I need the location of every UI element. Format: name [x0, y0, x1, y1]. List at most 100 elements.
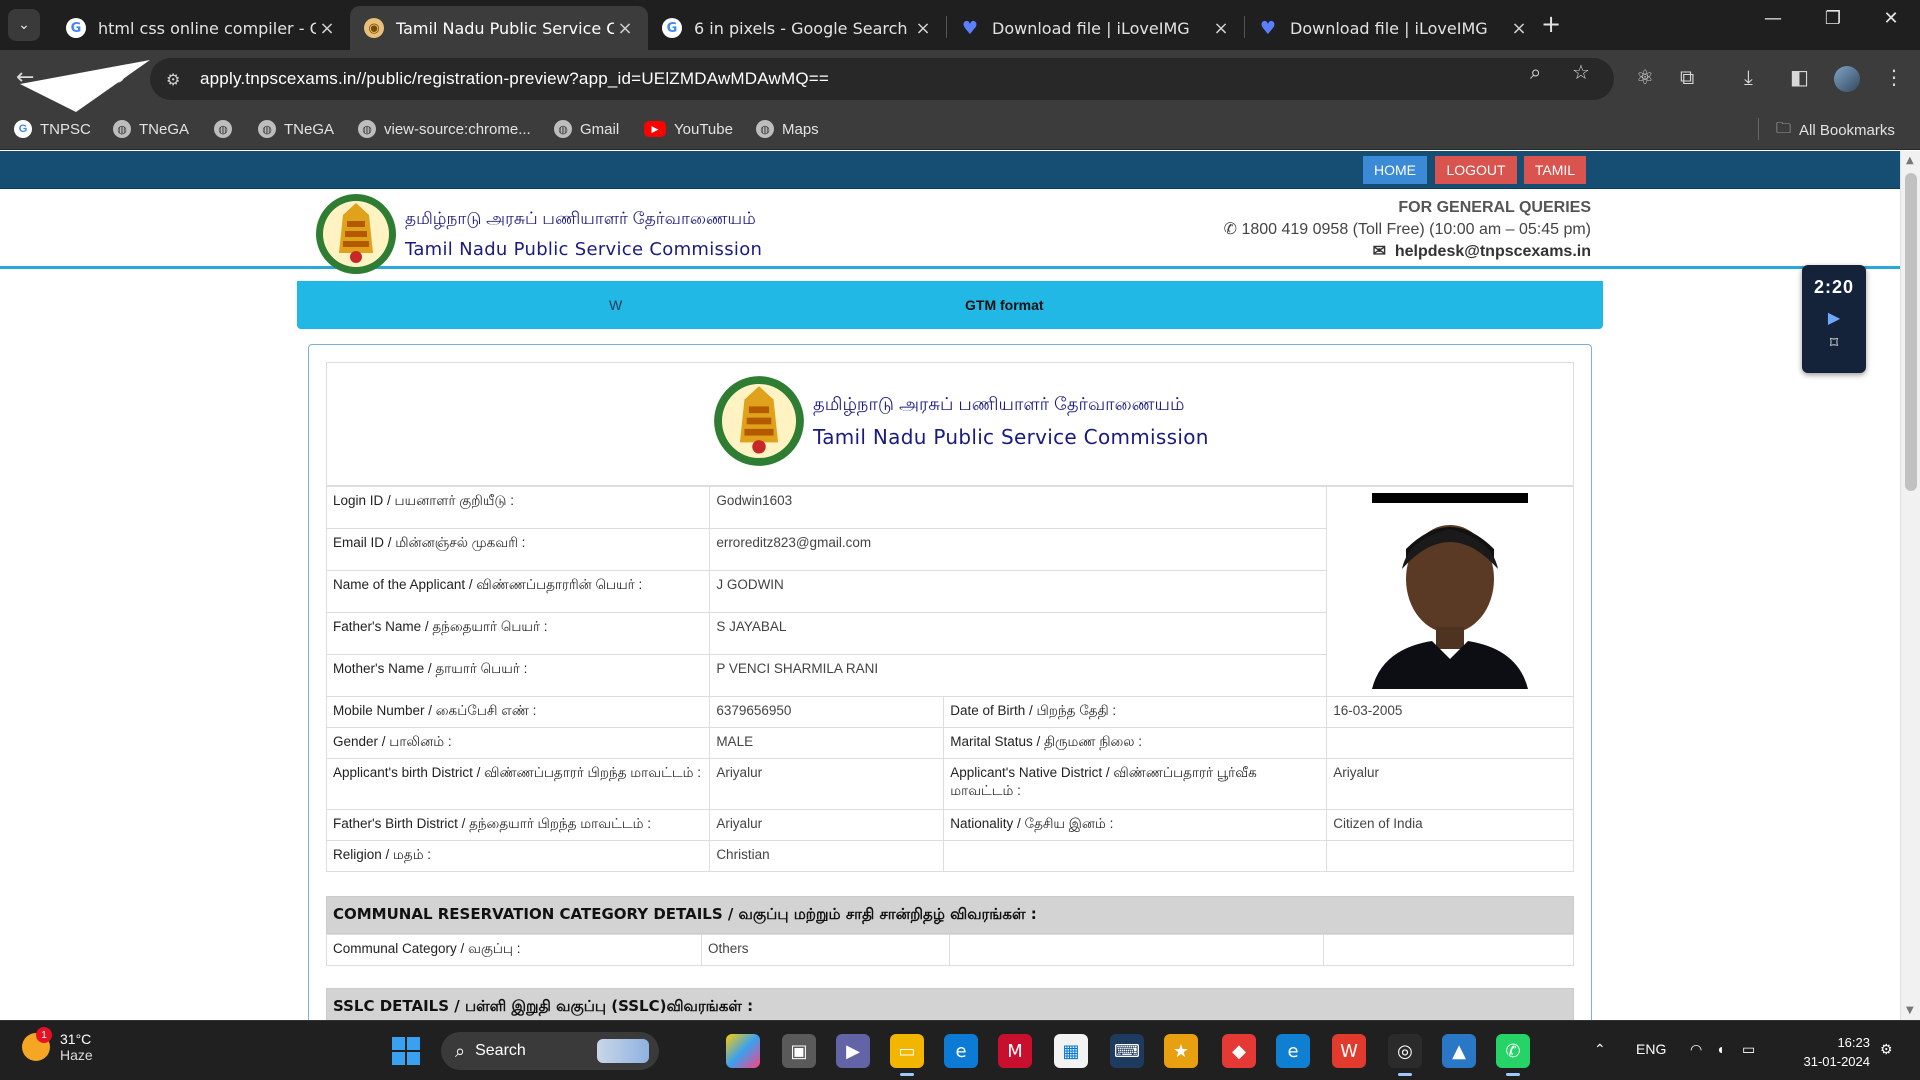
- announcement-marquee: W GTM format: [297, 281, 1603, 329]
- tab-2[interactable]: ◉ Tamil Nadu Public Service Comm ×: [350, 6, 648, 50]
- extensions-icon[interactable]: ⧉: [1680, 65, 1694, 89]
- logout-button[interactable]: LOGOUT: [1435, 156, 1517, 184]
- scroll-up-icon[interactable]: ▲: [1906, 155, 1914, 166]
- minimize-icon[interactable]: —: [1750, 8, 1796, 29]
- field-value: [1326, 727, 1574, 759]
- field-label: Login ID / பயனாளர் குறியீடு :: [325, 486, 711, 529]
- wifi-icon[interactable]: ◠: [1690, 1041, 1702, 1058]
- close-tab-icon[interactable]: ×: [614, 18, 636, 39]
- scrollbar-thumb[interactable]: [1905, 173, 1917, 491]
- search-icon: ⌕: [455, 1040, 466, 1061]
- react-devtools-icon[interactable]: ⚛: [1636, 65, 1654, 89]
- bookmark-item[interactable]: ▶ YouTube: [644, 117, 733, 141]
- bookmark-icon[interactable]: ⌑: [1802, 333, 1866, 352]
- tnpsc-icon: ◉: [364, 18, 384, 38]
- taskbar-clock[interactable]: 16:23 31-01-2024: [1786, 1033, 1871, 1071]
- windows-taskbar: 1 31°C Haze ⌕ Search ▣ ▶ ▭ e M ▦ ⌨ ★ ◆ e…: [0, 1020, 1920, 1080]
- table-row: Gender / பாலினம் : MALE Marital Status /…: [325, 727, 1574, 759]
- tn-emblem-icon: [316, 194, 396, 274]
- profile-avatar[interactable]: [1834, 66, 1860, 92]
- restore-icon[interactable]: ❐: [1810, 8, 1856, 29]
- site-logo[interactable]: தமிழ்நாடு அரசுப் பணியாளர் தேர்வாணையம் Ta…: [315, 191, 762, 277]
- file-explorer-icon[interactable]: ▭: [890, 1034, 924, 1076]
- scroll-down-icon[interactable]: ▼: [1906, 1005, 1914, 1016]
- google-icon: G: [662, 18, 682, 38]
- field-value: erroreditz823@gmail.com: [709, 528, 1328, 571]
- weather-widget[interactable]: 1 31°C Haze: [22, 1027, 93, 1063]
- tab-strip: ⌄ G html css online compiler - Goog × ◉ …: [0, 0, 1920, 50]
- contact-info: FOR GENERAL QUERIES ✆ 1800 419 0958 (Tol…: [1224, 197, 1591, 263]
- volume-icon[interactable]: ◖: [1716, 1041, 1724, 1057]
- side-panel-icon[interactable]: ◧: [1790, 65, 1809, 89]
- edge-dev-icon[interactable]: e: [1276, 1034, 1310, 1068]
- download-icon[interactable]: ⤓: [1744, 65, 1753, 89]
- table-row: Login ID / பயனாளர் குறியீடு : Godwin1603: [325, 486, 1574, 697]
- tab-title: Tamil Nadu Public Service Comm: [396, 18, 614, 38]
- teams-icon[interactable]: ▶: [836, 1034, 870, 1068]
- battery-icon[interactable]: ▭: [1742, 1041, 1755, 1058]
- microsoft-store-icon[interactable]: ▦: [1054, 1034, 1088, 1068]
- sheet-org-tamil: தமிழ்நாடு அரசுப் பணியாளர் தேர்வாணையம்: [813, 393, 1185, 414]
- tab-3[interactable]: G 6 in pixels - Google Search ×: [648, 6, 946, 50]
- medal-icon[interactable]: ★: [1164, 1034, 1198, 1068]
- tab-4[interactable]: ♥ Download file | iLoveIMG ×: [946, 6, 1244, 50]
- field-value: Ariyalur: [709, 758, 945, 810]
- google-icon: G: [66, 18, 86, 38]
- field-value: Godwin1603: [709, 486, 1328, 529]
- search-label: Search: [475, 1042, 526, 1059]
- notification-center-icon[interactable]: ⚙: [1880, 1041, 1893, 1058]
- wps-office-icon[interactable]: W: [1332, 1034, 1366, 1068]
- language-indicator[interactable]: ENG: [1636, 1041, 1666, 1057]
- mcafee-icon[interactable]: M: [998, 1034, 1032, 1068]
- remote-desktop-icon[interactable]: ⌨: [1110, 1034, 1144, 1068]
- whatsapp-icon[interactable]: ✆: [1496, 1034, 1530, 1076]
- menu-kebab-icon[interactable]: ⋮: [1884, 65, 1904, 89]
- bookmarks-bar: G TNPSC ◍ TNeGA ◍ ◍ TNeGA ◍ view-source:chro…: [0, 108, 1920, 150]
- home-button[interactable]: HOME: [1363, 156, 1427, 184]
- chrome-icon[interactable]: ◎: [1388, 1034, 1422, 1076]
- field-label: Father's Name / தந்தையார் பெயர் :: [325, 612, 711, 655]
- bookmark-item[interactable]: ◍: [214, 117, 240, 141]
- taskbar-search[interactable]: ⌕ Search: [441, 1032, 659, 1070]
- all-bookmarks-button[interactable]: 🗀 All Bookmarks: [1776, 118, 1895, 143]
- bookmark-item[interactable]: ◍ TNeGA: [258, 117, 334, 141]
- close-tab-icon[interactable]: ×: [912, 18, 934, 39]
- helpdesk-email[interactable]: helpdesk@tnpscexams.in: [1395, 243, 1591, 260]
- table-row: Religion / மதம் : Christian: [325, 840, 1574, 872]
- star-icon[interactable]: ☆: [1572, 60, 1590, 84]
- field-label: Father's Birth District / தந்தையார் பிறந…: [325, 809, 711, 841]
- windows-start-icon[interactable]: [392, 1037, 420, 1065]
- photos-icon[interactable]: ▲: [1442, 1034, 1476, 1068]
- photo-cell: [1326, 486, 1574, 697]
- tab-5[interactable]: ♥ Download file | iLoveIMG ×: [1244, 6, 1542, 50]
- play-icon[interactable]: ▶: [1802, 308, 1866, 327]
- field-label: Religion / மதம் :: [325, 840, 711, 872]
- communal-section-header: COMMUNAL RESERVATION CATEGORY DETAILS / …: [326, 896, 1574, 934]
- field-value: MALE: [709, 727, 945, 759]
- bookmark-item[interactable]: ◍ Maps: [756, 117, 819, 141]
- marquee-text-b[interactable]: GTM format: [965, 297, 1044, 313]
- bookmark-item[interactable]: ◍ view-source:chrome...: [358, 117, 531, 141]
- table-row: Father's Birth District / தந்தையார் பிறந…: [325, 809, 1574, 841]
- close-tab-icon[interactable]: ×: [1210, 18, 1232, 39]
- tray-overflow-icon[interactable]: ⌃: [1594, 1041, 1606, 1058]
- close-window-icon[interactable]: ✕: [1868, 8, 1914, 29]
- bookmark-item[interactable]: ◍ Gmail: [554, 117, 619, 141]
- anydesk-icon[interactable]: ◆: [1222, 1034, 1256, 1068]
- copilot-icon[interactable]: [726, 1034, 760, 1068]
- floating-timer-widget[interactable]: 2:20 ▶ ⌑: [1802, 265, 1866, 373]
- tab-1[interactable]: G html css online compiler - Goog ×: [52, 6, 350, 50]
- task-view-icon[interactable]: ▣: [782, 1034, 816, 1068]
- edge-icon[interactable]: e: [944, 1034, 978, 1068]
- vertical-scrollbar[interactable]: ▲ ▼: [1900, 151, 1920, 1020]
- tamil-button[interactable]: TAMIL: [1524, 156, 1586, 184]
- address-bar[interactable]: ⚙ apply.tnpscexams.in//public/registrati…: [150, 58, 1614, 100]
- new-tab-icon[interactable]: +: [1541, 10, 1561, 38]
- zoom-search-icon[interactable]: ⌕: [1530, 60, 1541, 84]
- mail-icon: ✉: [1372, 243, 1395, 260]
- close-tab-icon[interactable]: ×: [316, 18, 338, 39]
- close-tab-icon[interactable]: ×: [1508, 18, 1530, 39]
- tab-search-button[interactable]: ⌄: [8, 9, 40, 41]
- org-name-tamil: தமிழ்நாடு அரசுப் பணியாளர் தேர்வாணையம்: [405, 208, 756, 228]
- field-value: 16-03-2005: [1326, 696, 1574, 728]
